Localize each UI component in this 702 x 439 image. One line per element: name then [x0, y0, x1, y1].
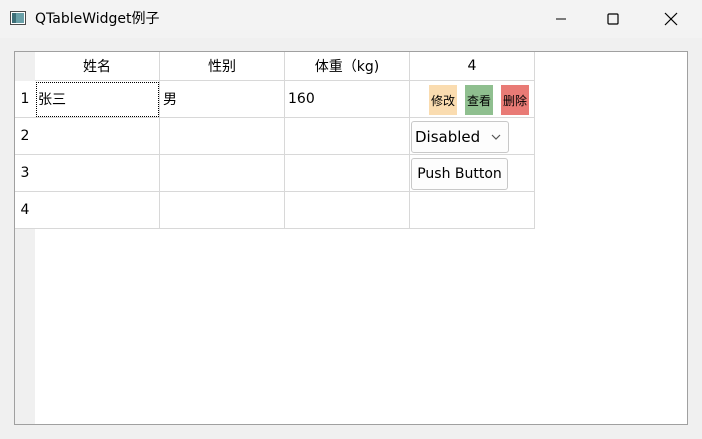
column-header-4[interactable]: 4 [410, 52, 535, 81]
table-cell[interactable] [285, 192, 410, 229]
delete-button[interactable]: 删除 [501, 85, 529, 115]
table-corner-button[interactable] [15, 52, 35, 81]
edit-button[interactable]: 修改 [429, 85, 457, 115]
minimize-icon [556, 18, 566, 20]
table-cell[interactable] [160, 118, 285, 155]
column-header-weight[interactable]: 体重（kg) [285, 52, 410, 81]
row-header-4[interactable]: 4 [15, 192, 35, 229]
table-cell[interactable] [35, 192, 160, 229]
combo-selected-value: Disabled [415, 128, 481, 146]
table-cell[interactable] [285, 155, 410, 192]
column-header-name[interactable]: 姓名 [35, 52, 160, 81]
window-title: QTableWidget例子 [35, 11, 160, 27]
close-button[interactable] [648, 0, 694, 38]
table-cell[interactable] [160, 155, 285, 192]
title-bar[interactable]: QTableWidget例子 [0, 0, 702, 38]
push-button[interactable]: Push Button [411, 158, 508, 190]
table-cell[interactable] [160, 192, 285, 229]
table-widget[interactable]: 姓名 性别 体重（kg) 4 1 2 3 4 张三 男 160 修改 查看 删除… [14, 51, 688, 425]
app-window-icon [10, 11, 26, 25]
maximize-icon [607, 13, 619, 25]
table-cell-gender[interactable]: 男 [160, 81, 285, 118]
table-cell-weight[interactable]: 160 [285, 81, 410, 118]
row-header-2[interactable]: 2 [15, 118, 35, 155]
row-header-1[interactable]: 1 [15, 81, 35, 118]
view-button[interactable]: 查看 [465, 85, 493, 115]
maximize-button[interactable] [590, 0, 636, 38]
close-icon [664, 12, 678, 26]
table-cell[interactable] [410, 192, 535, 229]
table-cell[interactable] [35, 118, 160, 155]
row-header-3[interactable]: 3 [15, 155, 35, 192]
minimize-button[interactable] [538, 0, 584, 38]
table-cell[interactable] [35, 155, 160, 192]
column-header-gender[interactable]: 性别 [160, 52, 285, 81]
table-cell[interactable] [285, 118, 410, 155]
status-combo-box[interactable]: Disabled [411, 121, 509, 153]
chevron-down-icon [491, 134, 501, 140]
table-cell-name[interactable]: 张三 [35, 81, 160, 118]
